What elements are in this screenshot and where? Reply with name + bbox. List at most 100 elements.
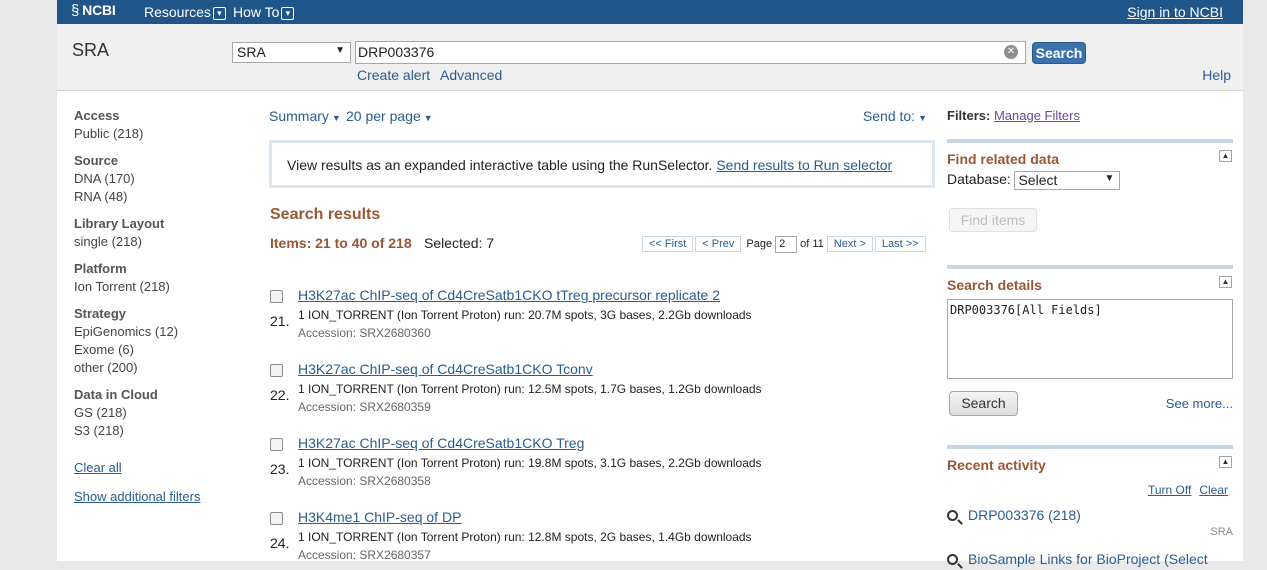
result-accession: Accession: SRX2680360 <box>298 326 431 340</box>
pagination: << First < Prev Page 2 of 11 Next > Last >> <box>642 236 928 253</box>
details-search-button[interactable]: Search <box>949 391 1018 416</box>
chevron-down-icon: ▾ <box>281 7 295 20</box>
recent-activity-item[interactable]: DRP003376 (218) <box>947 507 1081 523</box>
facet-item-gs[interactable]: GS (218) <box>74 405 244 420</box>
find-items-button[interactable]: Find items <box>949 208 1037 233</box>
page-label: Page <box>746 238 773 251</box>
database-title: SRA <box>72 40 110 60</box>
database-label: Database: <box>947 171 1011 187</box>
first-page-button[interactable]: << First <box>642 236 694 253</box>
find-items-row: Find items <box>949 208 1233 233</box>
run-selector-link[interactable]: Send results to Run selector <box>716 157 892 173</box>
clear-input-icon[interactable]: ✕ <box>1004 45 1018 59</box>
result-item: 21. H3K27ac ChIP-seq of Cd4CreSatb1CKO t… <box>269 287 935 347</box>
recent-activity-text: DRP003376 (218) <box>968 507 1081 523</box>
collapse-toggle-icon[interactable]: ▲ <box>1219 276 1232 288</box>
result-description: 1 ION_TORRENT (Ion Torrent Proton) run: … <box>298 382 762 396</box>
send-to-menu[interactable]: Send to: ▼ <box>863 108 927 124</box>
result-description: 1 ION_TORRENT (Ion Torrent Proton) run: … <box>298 530 752 544</box>
per-page-menu[interactable]: 20 per page ▼ <box>346 108 433 124</box>
facet-title-data-in-cloud: Data in Cloud <box>74 387 158 402</box>
facet-item-ion-torrent[interactable]: Ion Torrent (218) <box>74 279 244 294</box>
result-number: 22. <box>270 387 290 403</box>
database-select-value: SRA <box>237 44 266 60</box>
search-button[interactable]: Search <box>1032 42 1086 64</box>
turn-off-link[interactable]: Turn Off <box>1148 483 1191 497</box>
result-title-link[interactable]: H3K27ac ChIP-seq of Cd4CreSatb1CKO Treg <box>298 435 584 451</box>
facet-title-library-layout: Library Layout <box>74 216 165 231</box>
result-item: 23. H3K27ac ChIP-seq of Cd4CreSatb1CKO T… <box>269 435 935 495</box>
dropdown-arrow-icon: ▼ <box>1104 173 1115 185</box>
last-page-button[interactable]: Last >> <box>874 236 926 253</box>
result-checkbox[interactable] <box>270 512 283 525</box>
recent-activity-links: Turn Off Clear <box>1140 483 1228 497</box>
facet-item-rna[interactable]: RNA (48) <box>74 189 244 204</box>
dropdown-arrow-icon: ▼ <box>335 45 345 56</box>
filters-label: Filters: <box>947 108 991 123</box>
facet-item-s3[interactable]: S3 (218) <box>74 423 244 438</box>
ncbi-logo-icon: § <box>71 2 80 19</box>
see-more-link[interactable]: See more... <box>1166 396 1233 411</box>
database-select[interactable]: SRA ▼ <box>232 42 351 63</box>
facet-item-single[interactable]: single (218) <box>74 234 244 249</box>
chevron-down-icon: ▾ <box>212 7 226 20</box>
recent-activity-db-tag: SRA <box>1210 526 1233 538</box>
right-sidebar: Filters: Manage Filters Find related dat… <box>947 108 1233 567</box>
ncbi-logo-text: NCBI <box>82 2 116 18</box>
clear-all-link[interactable]: Clear all <box>74 460 244 475</box>
manage-filters-link[interactable]: Manage Filters <box>994 108 1080 123</box>
sign-in-link[interactable]: Sign in to NCBI <box>1127 4 1223 20</box>
result-title-link[interactable]: H3K27ac ChIP-seq of Cd4CreSatb1CKO Tconv <box>298 361 593 377</box>
banner-text: View results as an expanded interactive … <box>287 157 713 173</box>
show-additional-filters-link[interactable]: Show additional filters <box>74 489 244 504</box>
page: § NCBI Resources ▾ How To ▾ Sign in to NCBI… <box>57 0 1243 567</box>
ncbi-logo[interactable]: § NCBI <box>71 2 116 19</box>
caret-down-icon: ▼ <box>423 113 433 123</box>
search-details-textarea[interactable]: DRP003376[All Fields] <box>947 299 1233 379</box>
page-number-input[interactable]: 2 <box>775 236 798 253</box>
summary-format-menu[interactable]: Summary ▼ <box>269 108 341 124</box>
run-selector-banner: View results as an expanded interactive … <box>269 140 935 188</box>
search-details-panel: Search details ▲ DRP003376[All Fields] S… <box>947 265 1233 425</box>
results-column: Summary ▼ 20 per page ▼ Send to: ▼ View res… <box>269 108 935 562</box>
search-details-title: Search details <box>947 277 1042 293</box>
resources-menu-label: Resources <box>144 4 211 20</box>
clear-link[interactable]: Clear <box>1199 483 1228 497</box>
result-checkbox[interactable] <box>270 364 283 377</box>
help-link[interactable]: Help <box>1202 67 1231 83</box>
collapse-toggle-icon[interactable]: ▲ <box>1219 456 1232 468</box>
result-title-link[interactable]: H3K27ac ChIP-seq of Cd4CreSatb1CKO tTreg… <box>298 287 720 303</box>
facet-title-platform: Platform <box>74 261 127 276</box>
prev-page-button[interactable]: < Prev <box>695 236 742 253</box>
facet-title-strategy: Strategy <box>74 306 127 321</box>
result-checkbox[interactable] <box>270 438 283 451</box>
result-title-link[interactable]: H3K4me1 ChIP-seq of DP <box>298 509 461 525</box>
related-database-select[interactable]: Select ▼ <box>1014 171 1121 191</box>
result-checkbox[interactable] <box>270 290 283 303</box>
recent-activity-panel: Recent activity ▲ Turn Off Clear DRP00337… <box>947 445 1233 570</box>
result-description: 1 ION_TORRENT (Ion Torrent Proton) run: … <box>298 308 752 322</box>
how-to-menu[interactable]: How To ▾ <box>233 4 295 20</box>
summary-label: Summary <box>269 108 329 124</box>
items-count: Items: 21 to 40 of 218 <box>270 235 412 251</box>
next-page-button[interactable]: Next > <box>826 236 873 253</box>
caret-down-icon: ▼ <box>918 113 927 123</box>
collapse-toggle-icon[interactable]: ▲ <box>1219 150 1232 162</box>
facet-item-epigenomics[interactable]: EpiGenomics (12) <box>74 324 244 339</box>
facet-item-exome[interactable]: Exome (6) <box>74 342 244 357</box>
facet-item-public[interactable]: Public (218) <box>74 126 244 141</box>
facet-item-dna[interactable]: DNA (170) <box>74 171 244 186</box>
search-details-actions: Search See more... <box>949 391 1233 416</box>
selected-count[interactable]: Selected: 7 <box>424 235 494 251</box>
create-alert-link[interactable]: Create alert <box>357 67 430 83</box>
recent-activity-text: BioSample Links for BioProject (Select <box>968 551 1208 567</box>
caret-down-icon: ▼ <box>331 113 341 123</box>
result-number: 23. <box>270 461 290 477</box>
search-input[interactable]: DRP003376 <box>355 41 1026 64</box>
advanced-search-link[interactable]: Advanced <box>440 67 502 83</box>
how-to-menu-label: How To <box>233 4 280 20</box>
facet-item-other[interactable]: other (200) <box>74 360 244 375</box>
resources-menu[interactable]: Resources ▾ <box>144 4 226 20</box>
recent-activity-item[interactable]: BioSample Links for BioProject (Select <box>947 551 1208 567</box>
per-page-label: 20 per page <box>346 108 421 124</box>
